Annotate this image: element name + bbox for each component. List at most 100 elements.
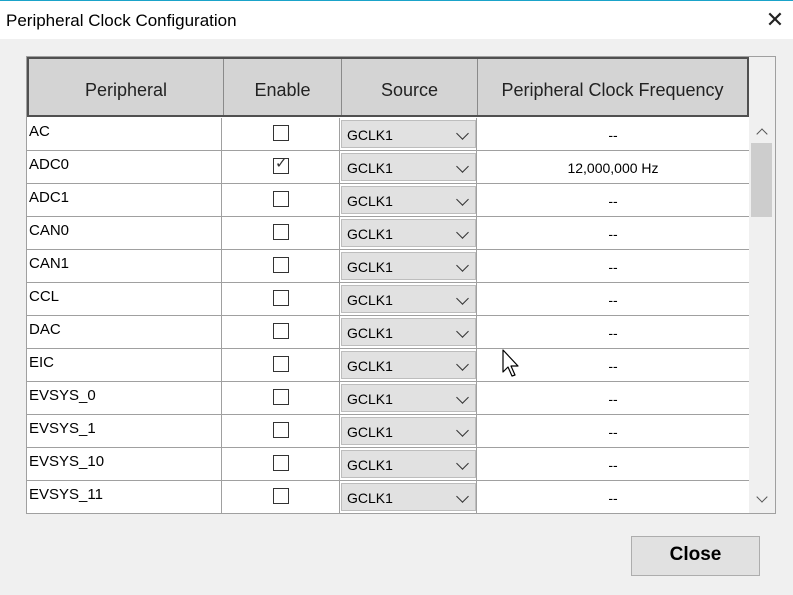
source-dropdown[interactable]: GCLK1 (341, 483, 476, 511)
source-dropdown[interactable]: GCLK1 (341, 285, 476, 313)
cell-divider (221, 415, 222, 448)
chevron-down-icon (456, 325, 469, 338)
cell-divider (339, 481, 340, 513)
scroll-up-button[interactable] (749, 118, 775, 144)
source-value: GCLK1 (347, 457, 393, 473)
enable-checkbox[interactable] (273, 389, 289, 405)
source-dropdown[interactable]: GCLK1 (341, 252, 476, 280)
source-dropdown[interactable]: GCLK1 (341, 417, 476, 445)
enable-checkbox[interactable] (273, 224, 289, 240)
column-header-peripheral[interactable]: Peripheral (29, 59, 223, 115)
table-row[interactable]: EVSYS_1 GCLK1 -- (27, 415, 749, 448)
close-button[interactable]: Close (631, 536, 760, 576)
source-dropdown[interactable]: GCLK1 (341, 219, 476, 247)
cell-divider (339, 217, 340, 250)
title-bar: Peripheral Clock Configuration ✕ (0, 1, 793, 39)
enable-checkbox[interactable] (273, 455, 289, 471)
cell-divider (221, 316, 222, 349)
table-row[interactable]: AC GCLK1 -- (27, 118, 749, 151)
table-row[interactable]: CCL GCLK1 -- (27, 283, 749, 316)
chevron-down-icon (456, 424, 469, 437)
table-row[interactable]: EVSYS_10 GCLK1 -- (27, 448, 749, 481)
cell-divider (339, 316, 340, 349)
table-row[interactable]: EIC GCLK1 -- (27, 349, 749, 382)
source-dropdown[interactable]: GCLK1 (341, 120, 476, 148)
cell-divider (339, 151, 340, 184)
column-header-source[interactable]: Source (342, 59, 477, 115)
enable-checkbox[interactable] (273, 488, 289, 504)
clock-frequency: 12,000,000 Hz (567, 160, 659, 176)
source-value: GCLK1 (347, 160, 393, 176)
table-row[interactable]: ADC0 ✓ GCLK1 12,000,000 Hz (27, 151, 749, 184)
source-value: GCLK1 (347, 292, 393, 308)
chevron-down-icon (456, 292, 469, 305)
cell-divider (221, 382, 222, 415)
source-dropdown[interactable]: GCLK1 (341, 186, 476, 214)
clock-frequency: -- (608, 127, 618, 143)
table-row[interactable]: ADC1 GCLK1 -- (27, 184, 749, 217)
source-value: GCLK1 (347, 259, 393, 275)
table-row[interactable]: DAC GCLK1 -- (27, 316, 749, 349)
enable-checkbox[interactable] (273, 191, 289, 207)
peripheral-name: EIC (29, 354, 55, 371)
clock-frequency: -- (608, 259, 618, 275)
peripheral-grid: Peripheral Enable Source Peripheral Cloc… (26, 56, 776, 514)
enable-checkbox[interactable] (273, 356, 289, 372)
scroll-thumb[interactable] (751, 143, 772, 217)
table-row[interactable]: CAN0 GCLK1 -- (27, 217, 749, 250)
peripheral-name: DAC (29, 321, 61, 338)
chevron-down-icon (456, 127, 469, 140)
enable-checkbox[interactable] (273, 323, 289, 339)
grid-header: Peripheral Enable Source Peripheral Cloc… (27, 57, 749, 117)
source-value: GCLK1 (347, 127, 393, 143)
vertical-scrollbar[interactable] (749, 57, 775, 513)
scroll-down-button[interactable] (749, 487, 775, 513)
chevron-down-icon (456, 457, 469, 470)
close-icon[interactable]: ✕ (760, 4, 790, 36)
peripheral-name: ADC0 (29, 156, 70, 173)
source-dropdown[interactable]: GCLK1 (341, 153, 476, 181)
source-value: GCLK1 (347, 358, 393, 374)
peripheral-name: EVSYS_11 (29, 486, 103, 503)
peripheral-name: CAN0 (29, 222, 70, 239)
enable-checkbox[interactable]: ✓ (273, 155, 289, 174)
chevron-down-icon (456, 226, 469, 239)
cell-divider (221, 349, 222, 382)
chevron-down-icon (756, 491, 768, 503)
table-row[interactable]: CAN1 GCLK1 -- (27, 250, 749, 283)
source-value: GCLK1 (347, 391, 393, 407)
mouse-pointer-icon (502, 349, 519, 377)
peripheral-clock-dialog: Peripheral Clock Configuration ✕ Periphe… (0, 0, 793, 595)
chevron-down-icon (456, 193, 469, 206)
cell-divider (221, 283, 222, 316)
cell-divider (339, 448, 340, 481)
source-value: GCLK1 (347, 193, 393, 209)
clock-frequency: -- (608, 226, 618, 242)
column-header-frequency[interactable]: Peripheral Clock Frequency (478, 59, 747, 115)
enable-checkbox[interactable] (273, 422, 289, 438)
peripheral-name: CAN1 (29, 255, 70, 272)
enable-checkbox[interactable] (273, 290, 289, 306)
enable-checkbox[interactable] (273, 257, 289, 273)
source-dropdown[interactable]: GCLK1 (341, 318, 476, 346)
column-header-enable[interactable]: Enable (224, 59, 341, 115)
window-title: Peripheral Clock Configuration (6, 11, 237, 30)
source-value: GCLK1 (347, 424, 393, 440)
table-row[interactable]: EVSYS_0 GCLK1 -- (27, 382, 749, 415)
enable-checkbox[interactable] (273, 125, 289, 141)
source-dropdown[interactable]: GCLK1 (341, 450, 476, 478)
cell-divider (339, 118, 340, 151)
chevron-up-icon (756, 128, 768, 140)
cell-divider (339, 382, 340, 415)
clock-frequency: -- (608, 292, 618, 308)
source-value: GCLK1 (347, 490, 393, 506)
peripheral-name: ADC1 (29, 189, 70, 206)
source-dropdown[interactable]: GCLK1 (341, 384, 476, 412)
table-row[interactable]: EVSYS_11 GCLK1 -- (27, 481, 749, 513)
source-value: GCLK1 (347, 325, 393, 341)
source-dropdown[interactable]: GCLK1 (341, 351, 476, 379)
clock-frequency: -- (608, 457, 618, 473)
chevron-down-icon (456, 259, 469, 272)
chevron-down-icon (456, 358, 469, 371)
chevron-down-icon (456, 391, 469, 404)
